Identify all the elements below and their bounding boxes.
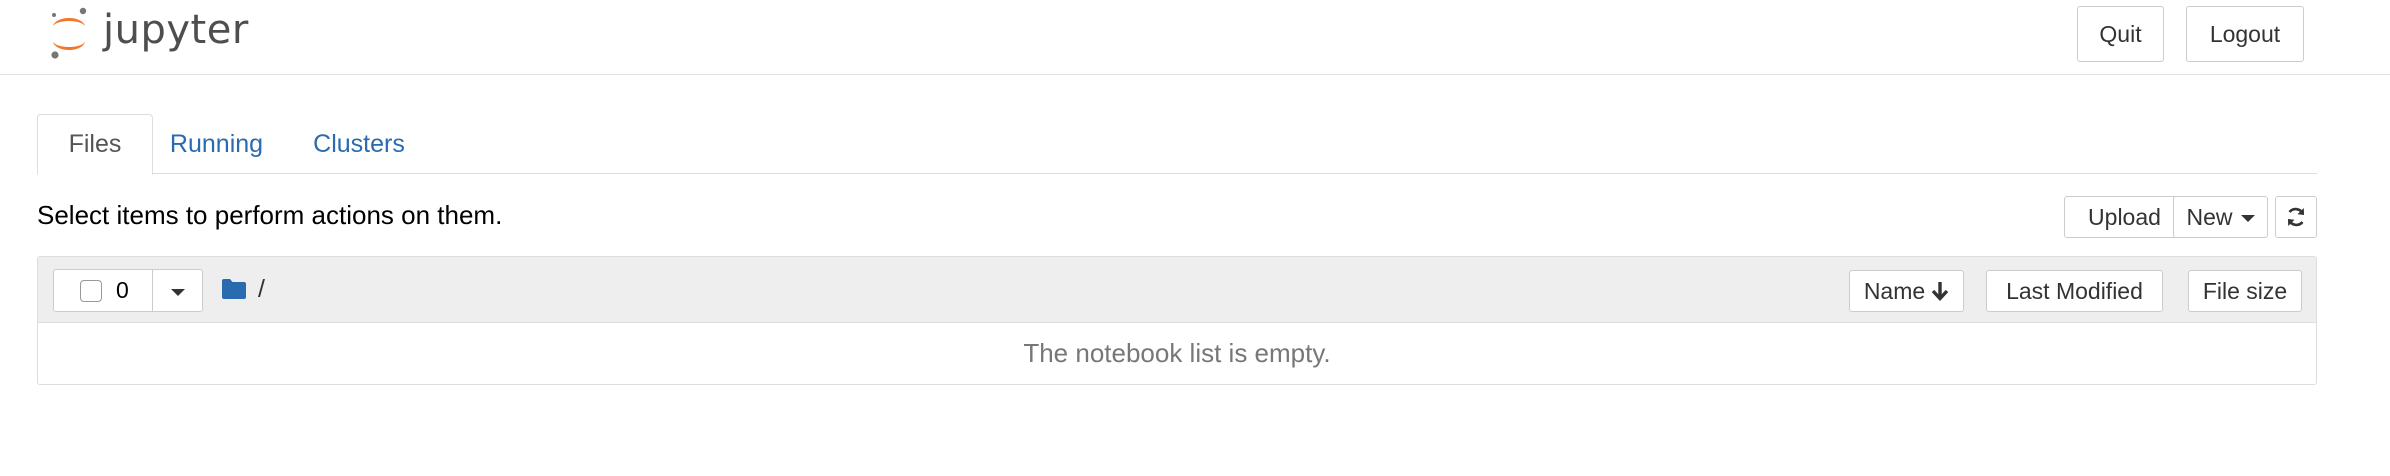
quit-button[interactable]: Quit bbox=[2077, 6, 2164, 62]
header-bar: jupyter Quit Logout bbox=[0, 0, 2390, 75]
notebook-list: 0 / Name Last Modified File size The not… bbox=[37, 256, 2317, 385]
tab-files[interactable]: Files bbox=[37, 114, 153, 175]
breadcrumb[interactable]: / bbox=[221, 269, 265, 309]
selected-count: 0 bbox=[116, 277, 129, 303]
empty-list-message: The notebook list is empty. bbox=[1023, 338, 1331, 368]
caret-down-icon bbox=[170, 288, 185, 296]
sort-by-last-modified-button[interactable]: Last Modified bbox=[1986, 270, 2163, 312]
jupyter-logo[interactable]: jupyter bbox=[45, 4, 249, 62]
logo-text: jupyter bbox=[103, 7, 249, 53]
sort-by-name-button[interactable]: Name bbox=[1849, 270, 1964, 312]
upload-button[interactable]: Upload bbox=[2064, 196, 2185, 238]
tab-bar: Files Running Clusters bbox=[37, 114, 2317, 175]
logout-button[interactable]: Logout bbox=[2186, 6, 2304, 62]
instructions-text: Select items to perform actions on them. bbox=[37, 200, 503, 230]
refresh-button[interactable] bbox=[2275, 196, 2317, 238]
selection-dropdown-button[interactable] bbox=[153, 269, 203, 312]
jupyter-logo-icon bbox=[51, 7, 87, 59]
notebook-list-header: 0 / Name Last Modified File size bbox=[38, 257, 2316, 323]
refresh-icon bbox=[2287, 207, 2305, 227]
sort-by-file-size-button[interactable]: File size bbox=[2188, 270, 2302, 312]
tab-running[interactable]: Running bbox=[153, 114, 280, 174]
select-all-checkbox[interactable] bbox=[80, 279, 102, 302]
breadcrumb-root[interactable]: / bbox=[258, 275, 265, 304]
arrow-down-icon bbox=[1931, 282, 1949, 301]
folder-icon bbox=[222, 279, 246, 299]
tab-clusters[interactable]: Clusters bbox=[280, 114, 438, 174]
caret-down-icon bbox=[2240, 215, 2255, 222]
column-name-label: Name bbox=[1863, 277, 1926, 304]
selection-button-group: 0 bbox=[53, 269, 203, 312]
new-dropdown-button[interactable]: New bbox=[2173, 196, 2268, 238]
new-button-label: New bbox=[2186, 203, 2233, 230]
select-all-button[interactable]: 0 bbox=[53, 269, 153, 312]
